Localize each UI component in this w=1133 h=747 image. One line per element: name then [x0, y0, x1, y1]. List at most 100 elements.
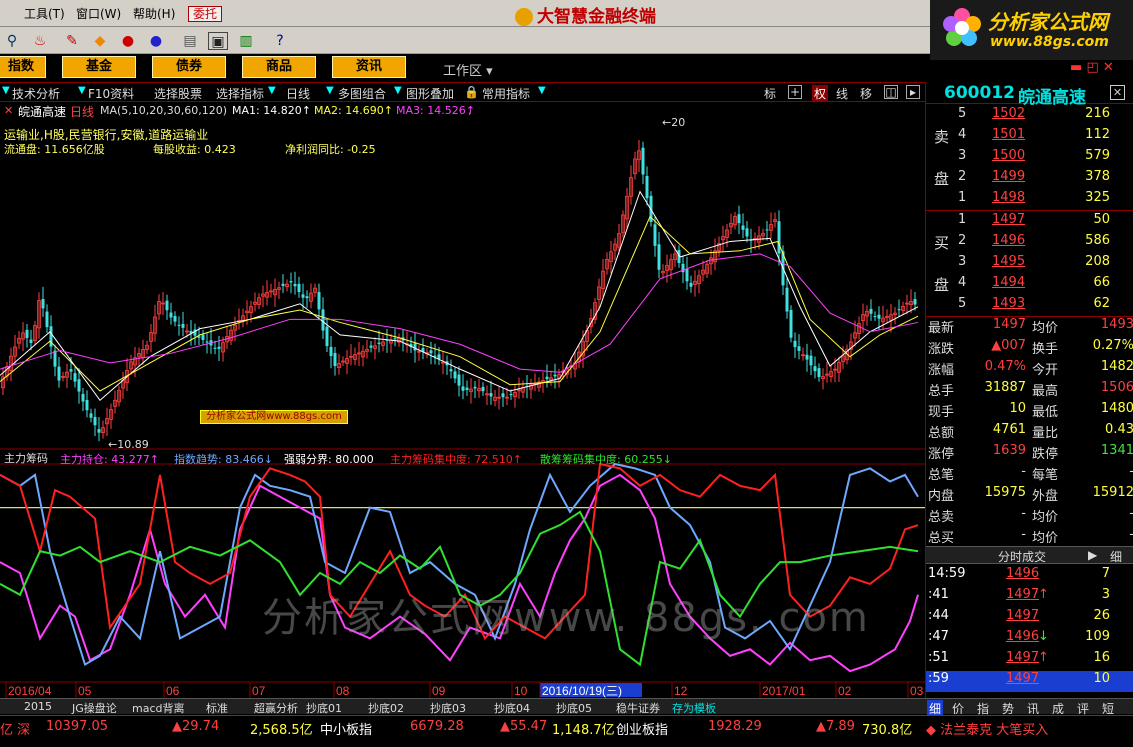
order-book-row: 5 1502 216 — [926, 106, 1133, 127]
sub-d: 主力筹码集中度: 72.510↑ — [390, 453, 522, 466]
candle-body — [877, 314, 881, 319]
status-sme-label[interactable]: 中小板指 — [320, 719, 372, 738]
template-tab[interactable]: 抄底01 — [306, 700, 342, 716]
binoculars-icon[interactable]: ⚲ — [2, 32, 22, 50]
window-layout-icon[interactable]: ◫ — [884, 85, 898, 99]
candle-body — [809, 355, 813, 366]
template-tab[interactable]: JG操盘论 — [72, 700, 117, 716]
tick-row[interactable]: :59 1497 10 — [926, 671, 1133, 692]
status-alert[interactable]: ◆ 法兰泰克 大笔买入 — [926, 719, 1048, 738]
nav-bonds[interactable]: 债券 — [152, 56, 226, 78]
minimize-icon[interactable]: ▬ — [1070, 60, 1082, 75]
help-cursor-icon[interactable]: ? — [270, 32, 290, 50]
tick-time: 14:59 — [928, 566, 966, 581]
order-book-row: 4 1501 112 — [926, 127, 1133, 148]
overlay-button[interactable]: 图形叠加 — [406, 85, 454, 102]
template-tab[interactable]: 稳牛证券 — [616, 700, 660, 716]
common-indicator-button[interactable]: 常用指标 — [482, 85, 530, 102]
price[interactable]: 1502 — [992, 106, 1025, 121]
line-button[interactable]: 线 — [836, 85, 848, 102]
template-tab[interactable]: 抄底02 — [368, 700, 404, 716]
order-book-row: 2 1496 586 — [926, 233, 1133, 254]
candle-body — [97, 429, 101, 433]
tick-row[interactable]: :47 1496 ↓ 109 — [926, 629, 1133, 650]
alarm-icon[interactable]: ♨ — [30, 32, 50, 50]
tick-row[interactable]: 14:59 1496 7 — [926, 566, 1133, 587]
price[interactable]: 1496 — [992, 233, 1025, 248]
columns-icon[interactable]: ▥ — [236, 32, 256, 50]
tick-volume: 10 — [1093, 671, 1110, 686]
float-shares: 流通盘: 11.656亿股 — [4, 143, 105, 156]
crosshair-icon[interactable]: + — [788, 85, 802, 99]
menu-window[interactable]: 窗口(W) — [76, 5, 121, 22]
entrust-button[interactable]: 委托 — [188, 6, 223, 22]
template-tab[interactable]: 2015 — [24, 700, 52, 713]
template-tab[interactable]: 抄底05 — [556, 700, 592, 716]
level: 3 — [958, 254, 967, 269]
template-tab[interactable]: macd背离 — [132, 700, 185, 716]
daily-button[interactable]: 日线 — [286, 85, 310, 102]
price[interactable]: 1501 — [992, 127, 1025, 142]
tick-volume: 3 — [1101, 587, 1110, 602]
menu-tools[interactable]: 工具(T) — [24, 5, 65, 22]
chart-header: ✕ 皖通高速 日线 MA(5,10,20,30,60,120) MA1: 14.… — [0, 102, 925, 156]
volume: 66 — [1093, 275, 1110, 290]
nav-commodities[interactable]: 商品 — [242, 56, 316, 78]
candle-body — [509, 394, 513, 396]
price[interactable]: 1493 — [992, 296, 1025, 311]
candle-body — [301, 294, 305, 298]
close-window-icon[interactable]: ✕ — [1103, 60, 1114, 75]
close-panel-icon[interactable]: ✕ — [1110, 85, 1125, 100]
price[interactable]: 1495 — [992, 254, 1025, 269]
sub-c: 强弱分界: 80.000 — [284, 453, 374, 466]
restore-icon[interactable]: ◰ — [1086, 60, 1098, 75]
stat-value: 1482 — [1100, 359, 1133, 374]
template-tab[interactable]: 存为模板 — [672, 700, 716, 716]
rights-button[interactable]: 权 — [812, 85, 829, 102]
select-indicator-button[interactable]: 选择指标 — [216, 85, 264, 102]
price[interactable]: 1499 — [992, 169, 1025, 184]
multi-chart-button[interactable]: 多图组合 — [338, 85, 386, 102]
next-icon[interactable]: ▸ — [906, 85, 920, 99]
level: 1 — [958, 190, 967, 205]
x-tick-label: 06 — [166, 684, 180, 698]
status-gem-label[interactable]: 创业板指 — [616, 719, 668, 738]
nav-funds[interactable]: 基金 — [62, 56, 136, 78]
move-button[interactable]: 移 — [860, 85, 872, 102]
blue-tool-icon[interactable]: ● — [146, 32, 166, 50]
tech-analysis-button[interactable]: 技术分析 — [12, 85, 60, 102]
stat-key: 外盘 — [1032, 489, 1059, 504]
template-tab[interactable]: 标准 — [206, 700, 228, 716]
x-tick-label: 03 — [910, 684, 924, 698]
lock-icon[interactable]: 🔒 — [464, 85, 479, 99]
price[interactable]: 1500 — [992, 148, 1025, 163]
red-tool-icon[interactable]: ● — [118, 32, 138, 50]
select-stock-button[interactable]: 选择股票 — [154, 85, 202, 102]
tick-row[interactable]: :44 1497 26 — [926, 608, 1133, 629]
tick-row[interactable]: :51 1497 ↑ 16 — [926, 650, 1133, 671]
ma2-value: MA2: 14.690↑ — [314, 104, 393, 117]
template-tab[interactable]: 抄底03 — [430, 700, 466, 716]
ma-extra: , — [468, 104, 472, 117]
diamond-icon[interactable]: ◆ — [90, 32, 110, 50]
ticks-play-icon[interactable]: ▶ — [1088, 548, 1097, 562]
template-tab[interactable]: 抄底04 — [494, 700, 530, 716]
app-logo-icon — [515, 8, 533, 26]
mark-button[interactable]: 标 — [764, 85, 776, 102]
menu-help[interactable]: 帮助(H) — [133, 5, 175, 22]
ticks-detail-button[interactable]: 细 — [1110, 548, 1122, 565]
chart-tool-icon[interactable]: ✎ — [62, 32, 82, 50]
nav-indices[interactable]: 指数 — [0, 56, 46, 78]
nav-news[interactable]: 资讯 — [332, 56, 406, 78]
price[interactable]: 1498 — [992, 190, 1025, 205]
window-icon[interactable]: ▣ — [208, 32, 228, 50]
copy-icon[interactable]: ▤ — [180, 32, 200, 50]
price[interactable]: 1497 — [992, 212, 1025, 227]
f10-button[interactable]: F10资料 — [88, 85, 134, 102]
stat-row: 总笔-每笔- — [926, 464, 1133, 485]
tick-row[interactable]: :41 1497 ↑ 3 — [926, 587, 1133, 608]
price[interactable]: 1494 — [992, 275, 1025, 290]
period-label: 日线 — [70, 105, 95, 119]
workarea-dropdown[interactable]: 工作区 ▾ — [443, 60, 493, 79]
template-tab[interactable]: 超赢分析 — [254, 700, 298, 716]
